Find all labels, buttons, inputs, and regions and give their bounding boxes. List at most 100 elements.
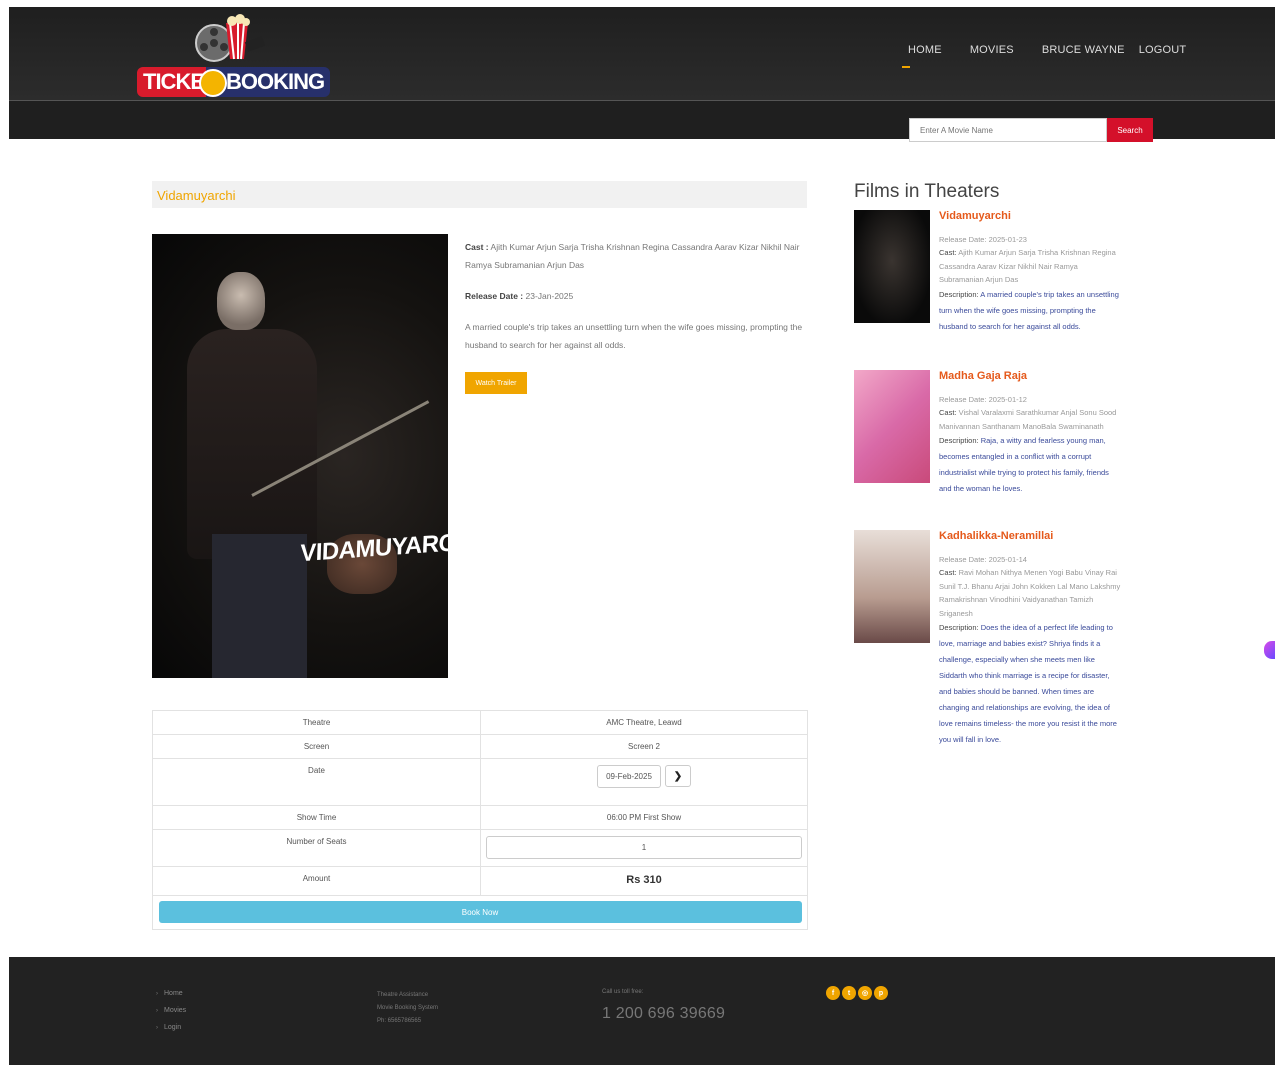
film-info: Kadhalikka-Neramillai Release Date: 2025…	[939, 530, 1121, 748]
footer-about: Theatre Assistance Movie Booking System …	[377, 989, 438, 1028]
film-cast: Cast: Vishal Varalaxmi Sarathkumar Anjal…	[939, 406, 1121, 433]
showtime-label: Show Time	[152, 805, 481, 830]
amount-label: Amount	[152, 866, 481, 896]
film-cast-value: Ravi Mohan Nithya Menen Yogi Babu Vinay …	[939, 568, 1121, 618]
poster-figure-legs	[212, 534, 307, 678]
film-release: Release Date: 2025-01-12	[939, 394, 1027, 404]
cast-value: Ajith Kumar Arjun Sarja Trisha Krishnan …	[465, 242, 800, 270]
release-label: Release Date :	[465, 291, 524, 301]
main-nav: HOME MOVIES BRUCE WAYNE LOGOUT	[902, 44, 1214, 68]
film-description: Description: Does the idea of a perfect …	[939, 620, 1121, 748]
movie-search-input[interactable]	[909, 118, 1107, 142]
table-row: Book Now	[152, 895, 808, 930]
table-row: Screen Screen 2	[152, 734, 808, 759]
film-card: Vidamuyarchi Release Date: 2025-01-23 Ca…	[854, 210, 1124, 370]
seats-input[interactable]: 1	[486, 836, 802, 859]
facebook-icon[interactable]: f	[826, 986, 840, 1000]
footer-links: › Home › Movies › Login	[156, 990, 186, 1041]
film-info: Vidamuyarchi Release Date: 2025-01-23 Ca…	[939, 210, 1121, 335]
footer-link-label: Movies	[164, 1007, 187, 1014]
movie-description: A married couple's trip takes an unsettl…	[465, 322, 803, 350]
date-selector[interactable]: 09-Feb-2025	[597, 765, 661, 788]
table-row: Theatre AMC Theatre, Leawd	[152, 710, 808, 735]
film-cast: Cast: Ajith Kumar Arjun Sarja Trisha Kri…	[939, 246, 1121, 287]
film-release: Release Date: 2025-01-23	[939, 234, 1027, 244]
nav-logout[interactable]: LOGOUT	[1139, 44, 1187, 56]
booking-table: Theatre AMC Theatre, Leawd Screen Screen…	[152, 710, 808, 930]
film-cast-label: Cast:	[939, 248, 957, 257]
ticket-icon	[199, 69, 227, 97]
movie-cast: Cast : Ajith Kumar Arjun Sarja Trisha Kr…	[465, 238, 810, 274]
footer-link-home[interactable]: › Home	[156, 990, 186, 997]
footer-about-line: Movie Booking System	[377, 1005, 439, 1011]
footer-about-line: Theatre Assistance	[377, 992, 429, 998]
seats-cell: 1	[480, 829, 808, 867]
showtime-value: 06:00 PM First Show	[480, 805, 808, 830]
film-name-link[interactable]: Kadhalikka-Neramillai	[939, 530, 1121, 544]
film-reel-icon	[195, 14, 266, 62]
footer-link-login[interactable]: › Login	[156, 1024, 186, 1031]
film-desc-label: Description:	[939, 289, 979, 299]
footer-link-movies[interactable]: › Movies	[156, 1007, 186, 1014]
footer-link-label: Home	[164, 990, 183, 997]
book-now-button[interactable]: Book Now	[158, 901, 802, 923]
film-name-link[interactable]: Vidamuyarchi	[939, 210, 1121, 224]
logo-text-left: TICKE	[137, 67, 208, 97]
cast-label: Cast :	[465, 242, 489, 252]
release-value: 23-Jan-2025	[525, 291, 574, 301]
twitter-icon[interactable]: t	[842, 986, 856, 1000]
film-card: Madha Gaja Raja Release Date: 2025-01-12…	[854, 370, 1124, 530]
table-row: Show Time 06:00 PM First Show	[152, 805, 808, 830]
date-label: Date	[152, 758, 481, 806]
pinterest-icon[interactable]: p	[874, 986, 888, 1000]
search-bar	[9, 101, 1275, 142]
social-links: f t ◎ p	[826, 986, 888, 1000]
amount-value: Rs 310	[480, 866, 808, 896]
dribbble-icon[interactable]: ◎	[858, 986, 872, 1000]
nav-movies[interactable]: MOVIES	[970, 44, 1014, 56]
movie-title-bar: Vidamuyarchi	[152, 181, 807, 208]
theatre-value: AMC Theatre, Leawd	[480, 710, 808, 735]
table-row: Number of Seats 1	[152, 829, 808, 867]
film-release: Release Date: 2025-01-14	[939, 554, 1027, 564]
call-label: Call us toll free:	[602, 989, 644, 995]
footer-about-line: Ph: 6565786565	[377, 1018, 422, 1024]
table-row: Amount Rs 310	[152, 866, 808, 896]
screen-value: Screen 2	[480, 734, 808, 759]
poster-figure-head	[217, 272, 265, 330]
film-info: Madha Gaja Raja Release Date: 2025-01-12…	[939, 370, 1121, 497]
watch-trailer-button[interactable]: Watch Trailer	[465, 372, 527, 394]
site-logo[interactable]: TICKE BOOKING	[137, 9, 331, 99]
film-description: Description: A married couple's trip tak…	[939, 287, 1121, 335]
logo-wordmark: TICKE BOOKING	[137, 65, 331, 99]
chevron-right-icon: ›	[156, 991, 158, 997]
search-button[interactable]: Search	[1107, 118, 1153, 142]
site-header: TICKE BOOKING HOME MOVIES BRUCE WAYNE LOG…	[9, 7, 1275, 101]
chevron-right-icon[interactable]: ❯	[664, 765, 691, 787]
film-name-link[interactable]: Madha Gaja Raja	[939, 370, 1121, 384]
seats-label: Number of Seats	[152, 829, 481, 867]
footer-link-label: Login	[164, 1024, 182, 1031]
movie-poster: VIDAMUYARCHI	[152, 234, 448, 678]
film-thumbnail[interactable]	[854, 210, 930, 323]
movie-release: Release Date : 23-Jan-2025	[465, 287, 810, 305]
film-desc-label: Description:	[939, 623, 979, 632]
film-cast-value: Ajith Kumar Arjun Sarja Trisha Krishnan …	[939, 248, 1116, 284]
chevron-right-icon: ›	[156, 1008, 158, 1014]
nav-home[interactable]: HOME	[902, 44, 942, 68]
film-desc-value: Does the idea of a perfect life leading …	[939, 623, 1117, 744]
movie-title: Vidamuyarchi	[157, 188, 236, 203]
film-thumbnail[interactable]	[854, 530, 930, 643]
phone-number: 1 200 696 39669	[602, 1005, 726, 1022]
chevron-right-icon: ›	[156, 1025, 158, 1031]
date-cell: 09-Feb-2025 ❯	[480, 758, 808, 806]
theatre-label: Theatre	[152, 710, 481, 735]
nav-user[interactable]: BRUCE WAYNE	[1042, 44, 1125, 56]
movie-details: Cast : Ajith Kumar Arjun Sarja Trisha Kr…	[465, 238, 810, 367]
film-desc-label: Description:	[939, 436, 979, 445]
poster-figure	[187, 329, 317, 559]
screen-label: Screen	[152, 734, 481, 759]
film-thumbnail[interactable]	[854, 370, 930, 483]
floating-widget-icon[interactable]	[1264, 641, 1275, 659]
site-footer: › Home › Movies › Login Theatre Assistance …	[9, 957, 1275, 1065]
